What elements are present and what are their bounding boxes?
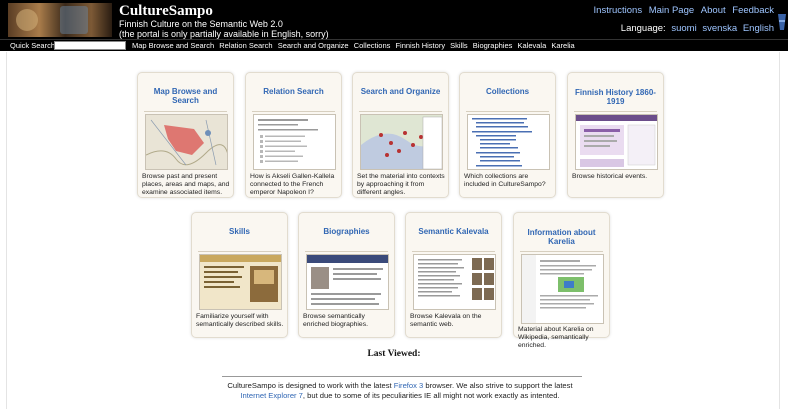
history-thumbnail[interactable] — [575, 114, 658, 170]
last-viewed-heading: Last Viewed: — [367, 349, 421, 359]
main-page-link[interactable]: Main Page — [649, 5, 694, 16]
note-text-3: , but due to some of its peculiarities I… — [302, 391, 560, 400]
nav-finnish-history[interactable]: Finnish History — [395, 41, 445, 50]
card-description: Material about Karelia on Wikipedia, sem… — [518, 326, 594, 349]
card-title[interactable]: Relation Search — [248, 86, 339, 108]
card-map-browse[interactable]: Map Browse and Search Browse past and pr… — [137, 72, 234, 198]
card-divider — [305, 251, 388, 252]
nav-biographies[interactable]: Biographies — [473, 41, 513, 50]
card-description: Browse semantically enriched biographies… — [303, 313, 368, 328]
red-underline-mark — [404, 402, 426, 407]
firefox-link[interactable]: Firefox 3 — [394, 381, 424, 390]
card-divider — [198, 251, 281, 252]
nav-collections[interactable]: Collections — [354, 41, 391, 50]
card-description: Browse historical events. — [572, 173, 648, 180]
card-divider — [574, 111, 657, 112]
card-divider — [520, 251, 603, 252]
collections-thumbnail[interactable] — [467, 114, 550, 170]
footer-divider — [222, 376, 582, 377]
card-skills[interactable]: Skills Familiarize yourself with semanti… — [191, 212, 288, 338]
internet-explorer-link[interactable]: Internet Explorer 7 — [240, 391, 302, 400]
language-suomi-link[interactable]: suomi — [671, 23, 696, 34]
browser-support-note: CultureSampo is designed to work with th… — [200, 381, 600, 401]
card-description: Which collections are included in Cultur… — [464, 173, 546, 188]
nav-map-browse[interactable]: Map Browse and Search — [132, 41, 214, 50]
card-description: Browse past and present places, areas an… — [142, 173, 230, 196]
card-semantic-kalevala[interactable]: Semantic Kalevala Browse Kalevala on the… — [405, 212, 502, 338]
card-title[interactable]: Semantic Kalevala — [408, 226, 499, 248]
note-text-1: CultureSampo is designed to work with th… — [227, 381, 394, 390]
kalevala-thumbnail[interactable] — [413, 254, 496, 310]
card-divider — [252, 111, 335, 112]
site-title[interactable]: CultureSampo — [119, 3, 213, 20]
top-links: Instructions Main Page About Feedback — [590, 5, 774, 16]
language-english-link[interactable]: English — [743, 23, 774, 34]
card-title[interactable]: Collections — [462, 86, 553, 108]
card-title[interactable]: Map Browse and Search — [140, 86, 231, 108]
relation-search-thumbnail[interactable] — [253, 114, 336, 170]
site-subtitle: Finnish Culture on the Semantic Web 2.0 … — [119, 19, 329, 39]
search-organize-thumbnail[interactable] — [360, 114, 443, 170]
karelia-thumbnail[interactable] — [521, 254, 604, 324]
card-finnish-history[interactable]: Finnish History 1860-1919 Browse histori… — [567, 72, 664, 198]
card-description: How is Akseli Gallen-Kallela connected t… — [250, 173, 335, 196]
card-title[interactable]: Skills — [194, 226, 285, 248]
nav-skills[interactable]: Skills — [450, 41, 468, 50]
card-relation-search[interactable]: Relation Search How is Akseli Gallen-Kal… — [245, 72, 342, 198]
skills-thumbnail[interactable] — [199, 254, 282, 310]
card-divider — [359, 111, 442, 112]
sampo-mill-icon — [776, 12, 788, 32]
card-divider — [466, 111, 549, 112]
nav-links: Map Browse and Search Relation Search Se… — [132, 40, 578, 51]
card-divider — [144, 111, 227, 112]
card-description: Set the material into contexts by approa… — [357, 173, 445, 196]
nav-relation-search[interactable]: Relation Search — [219, 41, 272, 50]
site-header: CultureSampo Finnish Culture on the Sema… — [0, 0, 788, 39]
note-text-2: browser. We also strive to support the l… — [423, 381, 573, 390]
site-language-note: (the portal is only partially available … — [119, 29, 329, 39]
card-divider — [412, 251, 495, 252]
nav-karelia[interactable]: Karelia — [551, 41, 574, 50]
biographies-thumbnail[interactable] — [306, 254, 389, 310]
instructions-link[interactable]: Instructions — [594, 5, 643, 16]
card-description: Familiarize yourself with semantically d… — [196, 313, 284, 328]
quick-search-input[interactable] — [54, 41, 126, 50]
card-title[interactable]: Search and Organize — [355, 86, 446, 108]
card-karelia[interactable]: Information about Karelia Material about… — [513, 212, 610, 349]
card-title[interactable]: Information about Karelia — [516, 226, 607, 248]
site-tagline: Finnish Culture on the Semantic Web 2.0 — [119, 19, 283, 29]
card-search-organize[interactable]: Search and Organize Set the material int… — [352, 72, 449, 198]
map-thumbnail[interactable] — [145, 114, 228, 170]
about-link[interactable]: About — [701, 5, 726, 16]
feedback-link[interactable]: Feedback — [732, 5, 774, 16]
nav-search-organize[interactable]: Search and Organize — [278, 41, 349, 50]
language-label: Language: — [620, 23, 666, 34]
nav-kalevala[interactable]: Kalevala — [517, 41, 546, 50]
card-title[interactable]: Finnish History 1860-1919 — [570, 86, 661, 108]
card-collections[interactable]: Collections Which collections are includ… — [459, 72, 556, 198]
culturesampo-logo-icon[interactable] — [8, 3, 112, 37]
language-selector: Language: suomi svenska English — [621, 23, 774, 34]
card-description: Browse Kalevala on the semantic web. — [410, 313, 482, 328]
navigation-bar: Quick Search: Map Browse and Search Rela… — [0, 39, 788, 51]
quick-search-label: Quick Search: — [10, 41, 58, 50]
card-title[interactable]: Biographies — [301, 226, 392, 248]
language-svenska-link[interactable]: svenska — [702, 23, 737, 34]
card-biographies[interactable]: Biographies Browse semantically enriched… — [298, 212, 395, 338]
